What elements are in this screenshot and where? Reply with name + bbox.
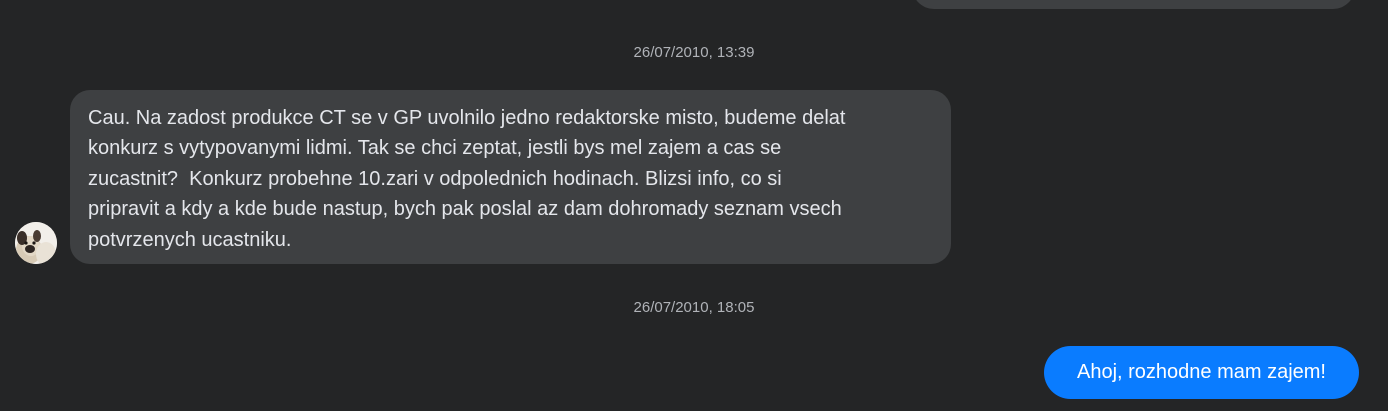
sender-avatar[interactable] (15, 222, 57, 264)
outgoing-message-bubble[interactable]: Ahoj, rozhodne mam zajem! (1044, 346, 1359, 399)
pug-avatar-icon (15, 222, 57, 264)
previous-message-bubble[interactable] (912, 0, 1355, 9)
incoming-message-bubble[interactable]: Cau. Na zadost produkce CT se v GP uvoln… (70, 90, 951, 264)
message-timestamp: 26/07/2010, 18:05 (633, 299, 755, 316)
message-thread: 26/07/2010, 13:39 Cau. Na zadost produkc… (0, 0, 1388, 411)
message-timestamp: 26/07/2010, 13:39 (633, 44, 755, 61)
